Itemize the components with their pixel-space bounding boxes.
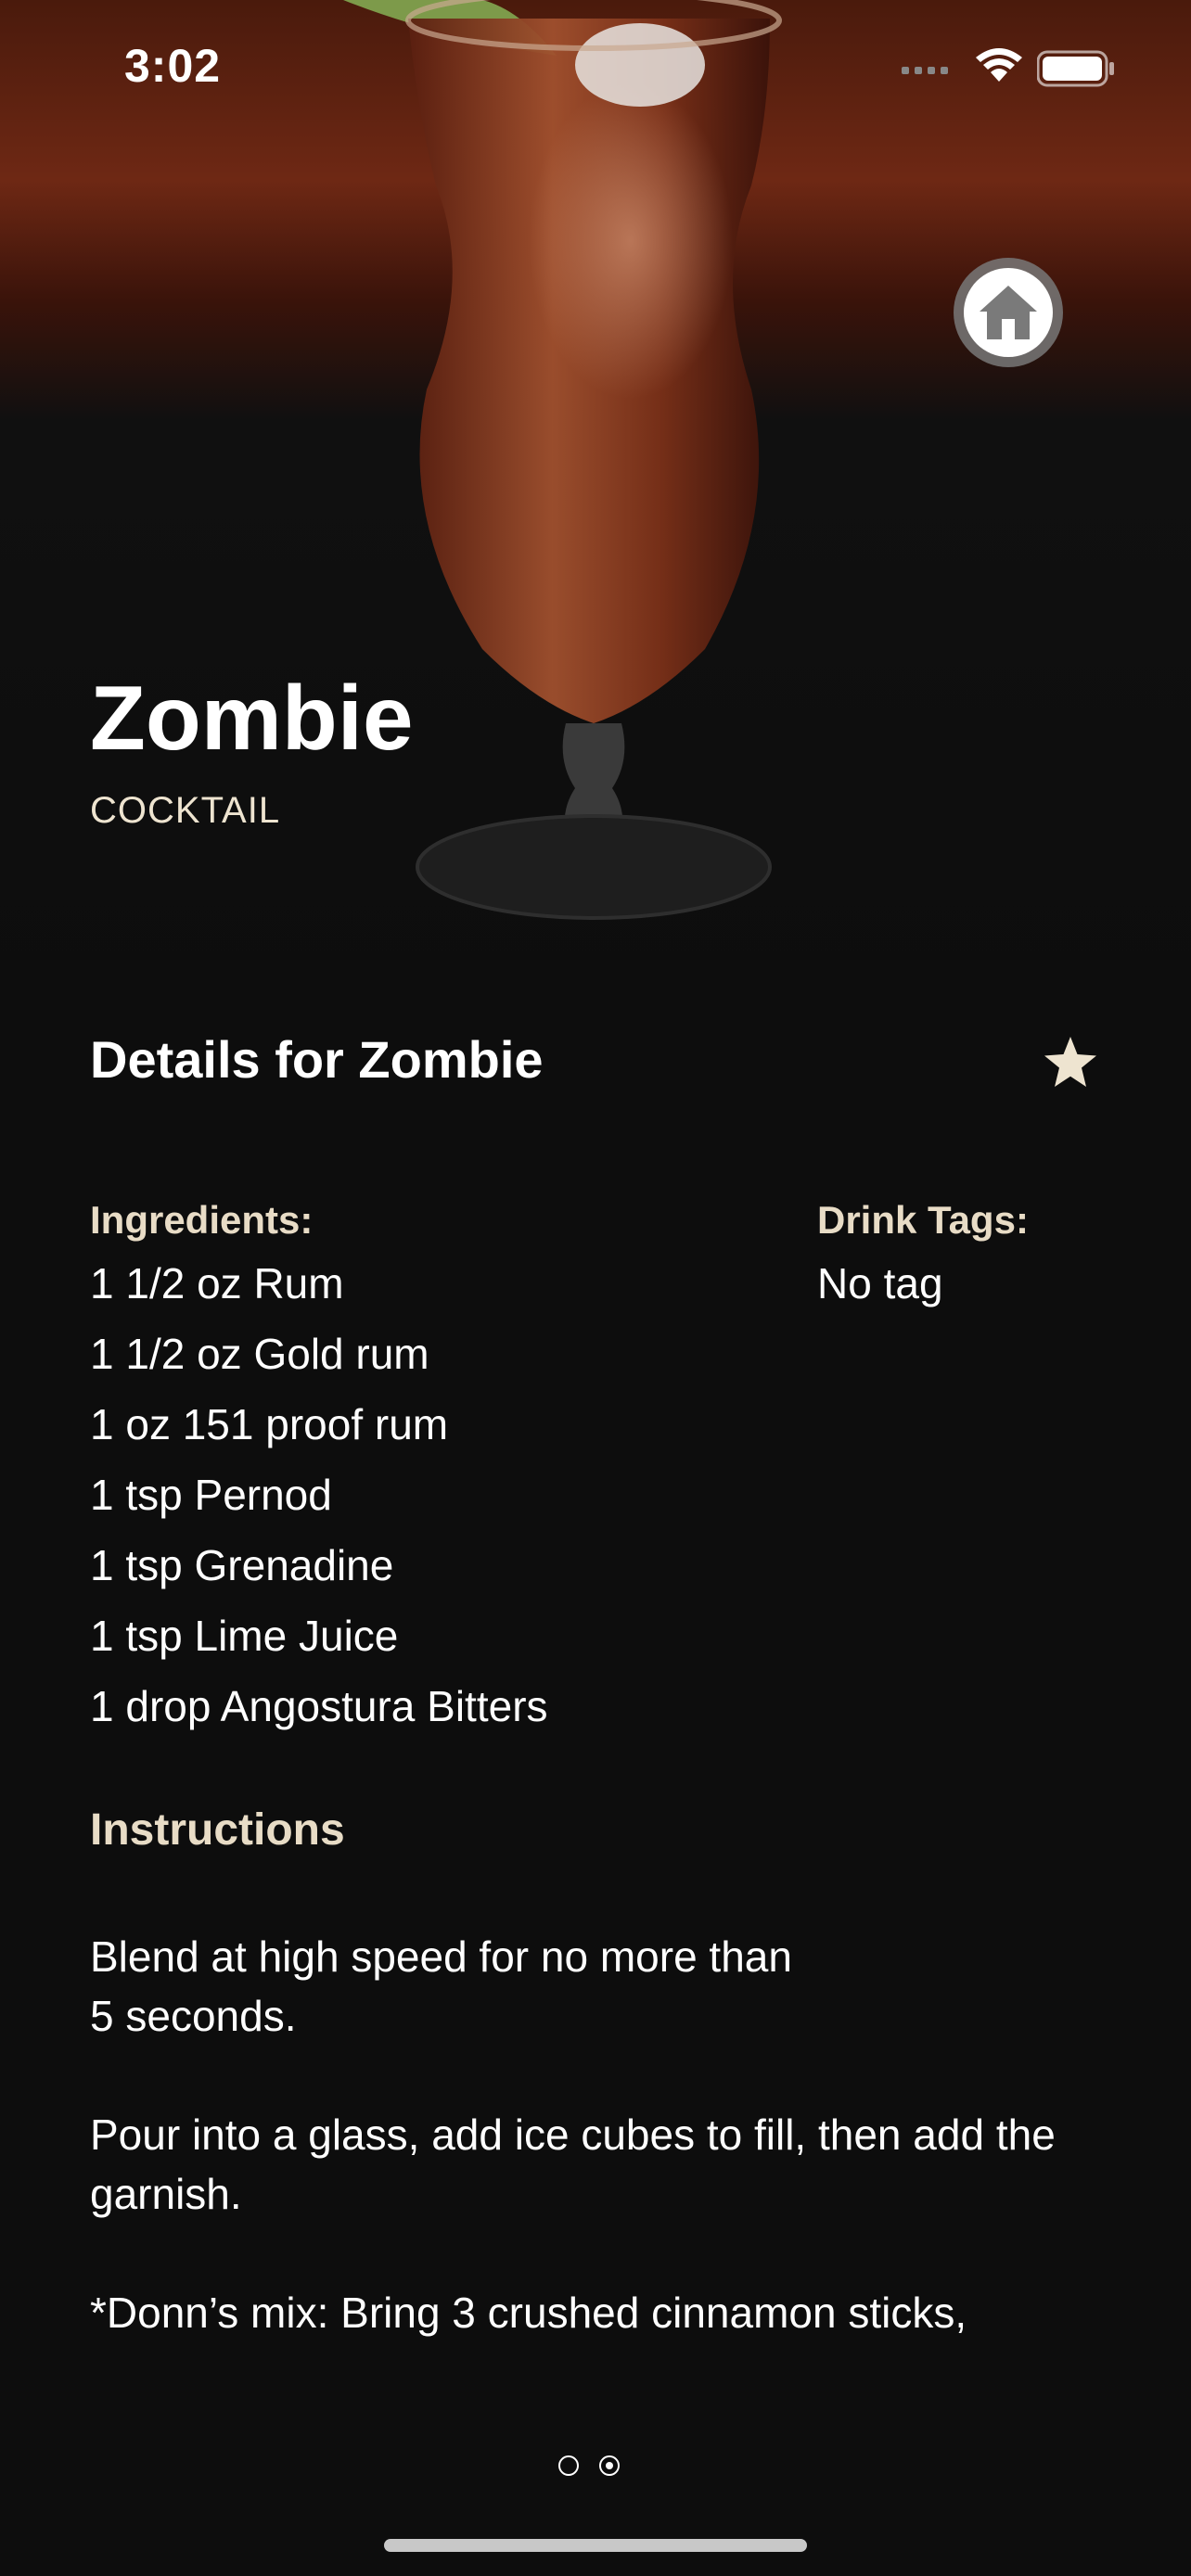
ingredients-label: Ingredients: — [90, 1198, 314, 1242]
drink-name: Zombie — [90, 667, 414, 769]
page-control[interactable] — [558, 2455, 620, 2476]
ingredient-item: 1 tsp Pernod — [90, 1471, 332, 1519]
home-button-inner — [964, 268, 1053, 357]
home-icon — [980, 286, 1037, 339]
ingredients-section: Ingredients: 1 1/2 oz Rum 1 1/2 oz Gold … — [90, 1198, 795, 1741]
instructions-text[interactable]: Blend at high speed for no more than 5 s… — [90, 1927, 1120, 2370]
drink-tags-label: Drink Tags: — [817, 1198, 1029, 1242]
drink-tags-section: Drink Tags: No tag — [817, 1198, 1029, 1319]
star-icon[interactable] — [1043, 1035, 1098, 1089]
ingredient-item: 1 tsp Lime Juice — [90, 1612, 399, 1660]
battery-icon — [1037, 50, 1114, 87]
home-indicator[interactable] — [384, 2539, 807, 2552]
ingredient-item: 1 drop Angostura Bitters — [90, 1682, 548, 1730]
ingredient-item: 1 oz 151 proof rum — [90, 1400, 449, 1448]
instructions-label: Instructions — [90, 1805, 345, 1855]
status-bar: 3:02 — [0, 0, 1191, 139]
drink-category: COCKTAIL — [90, 790, 281, 831]
hero-image — [0, 0, 1191, 1001]
page-dot-1[interactable] — [558, 2455, 579, 2476]
status-time: 3:02 — [124, 40, 222, 92]
page-dot-2[interactable] — [599, 2455, 620, 2476]
cellular-signal-icon — [902, 67, 948, 74]
ingredient-item: 1 1/2 oz Rum — [90, 1259, 344, 1307]
home-button[interactable] — [954, 258, 1063, 367]
ingredient-item: 1 tsp Grenadine — [90, 1541, 394, 1589]
wifi-icon — [976, 48, 1022, 82]
cocktail-glass-photo — [0, 0, 1191, 1001]
drink-tags-value: No tag — [817, 1259, 943, 1307]
details-title: Details for Zombie — [90, 1030, 544, 1089]
ingredient-item: 1 1/2 oz Gold rum — [90, 1330, 429, 1378]
